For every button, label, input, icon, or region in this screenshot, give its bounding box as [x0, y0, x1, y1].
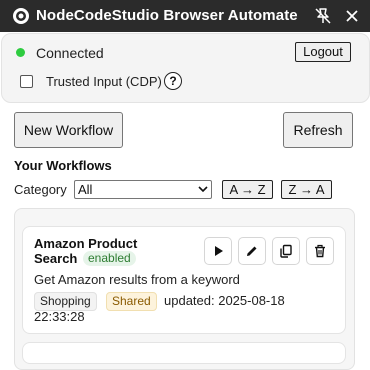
play-icon — [215, 246, 223, 256]
section-title: Your Workflows — [14, 158, 112, 173]
shared-tag: Shared — [106, 292, 157, 311]
copy-workflow-button[interactable] — [272, 237, 300, 265]
chevron-down-icon — [198, 186, 208, 193]
copy-icon — [280, 244, 292, 258]
help-button[interactable]: ? — [164, 72, 182, 90]
run-workflow-button[interactable] — [204, 237, 232, 265]
logout-button[interactable]: Logout — [295, 42, 351, 62]
category-tag: Shopping — [34, 292, 97, 311]
workflow-card[interactable] — [22, 342, 346, 364]
window-title: NodeCodeStudio Browser Automate — [36, 7, 298, 24]
new-workflow-button[interactable]: New Workflow — [14, 112, 123, 148]
trusted-input-checkbox[interactable] — [20, 75, 33, 88]
trash-icon — [315, 244, 325, 258]
trusted-input-label: Trusted Input (CDP) — [46, 74, 162, 89]
connection-status: Connected — [36, 45, 104, 61]
pin-off-icon[interactable] — [313, 6, 333, 26]
category-selected-value: All — [78, 182, 93, 197]
edit-workflow-button[interactable] — [238, 237, 266, 265]
sort-az-button[interactable]: A → Z — [222, 180, 273, 199]
target-icon — [13, 8, 29, 24]
delete-workflow-button[interactable] — [306, 237, 334, 265]
category-label: Category — [14, 182, 67, 197]
workflow-description: Get Amazon results from a keyword — [34, 272, 240, 287]
status-badge: enabled — [83, 251, 136, 266]
title-bar: NodeCodeStudio Browser Automate — [0, 0, 370, 32]
refresh-button[interactable]: Refresh — [283, 112, 353, 148]
close-icon[interactable] — [342, 6, 362, 26]
category-select[interactable]: All — [74, 180, 212, 199]
sort-za-button[interactable]: Z → A — [281, 180, 332, 199]
pencil-icon — [247, 246, 257, 256]
status-indicator-icon — [16, 48, 25, 57]
